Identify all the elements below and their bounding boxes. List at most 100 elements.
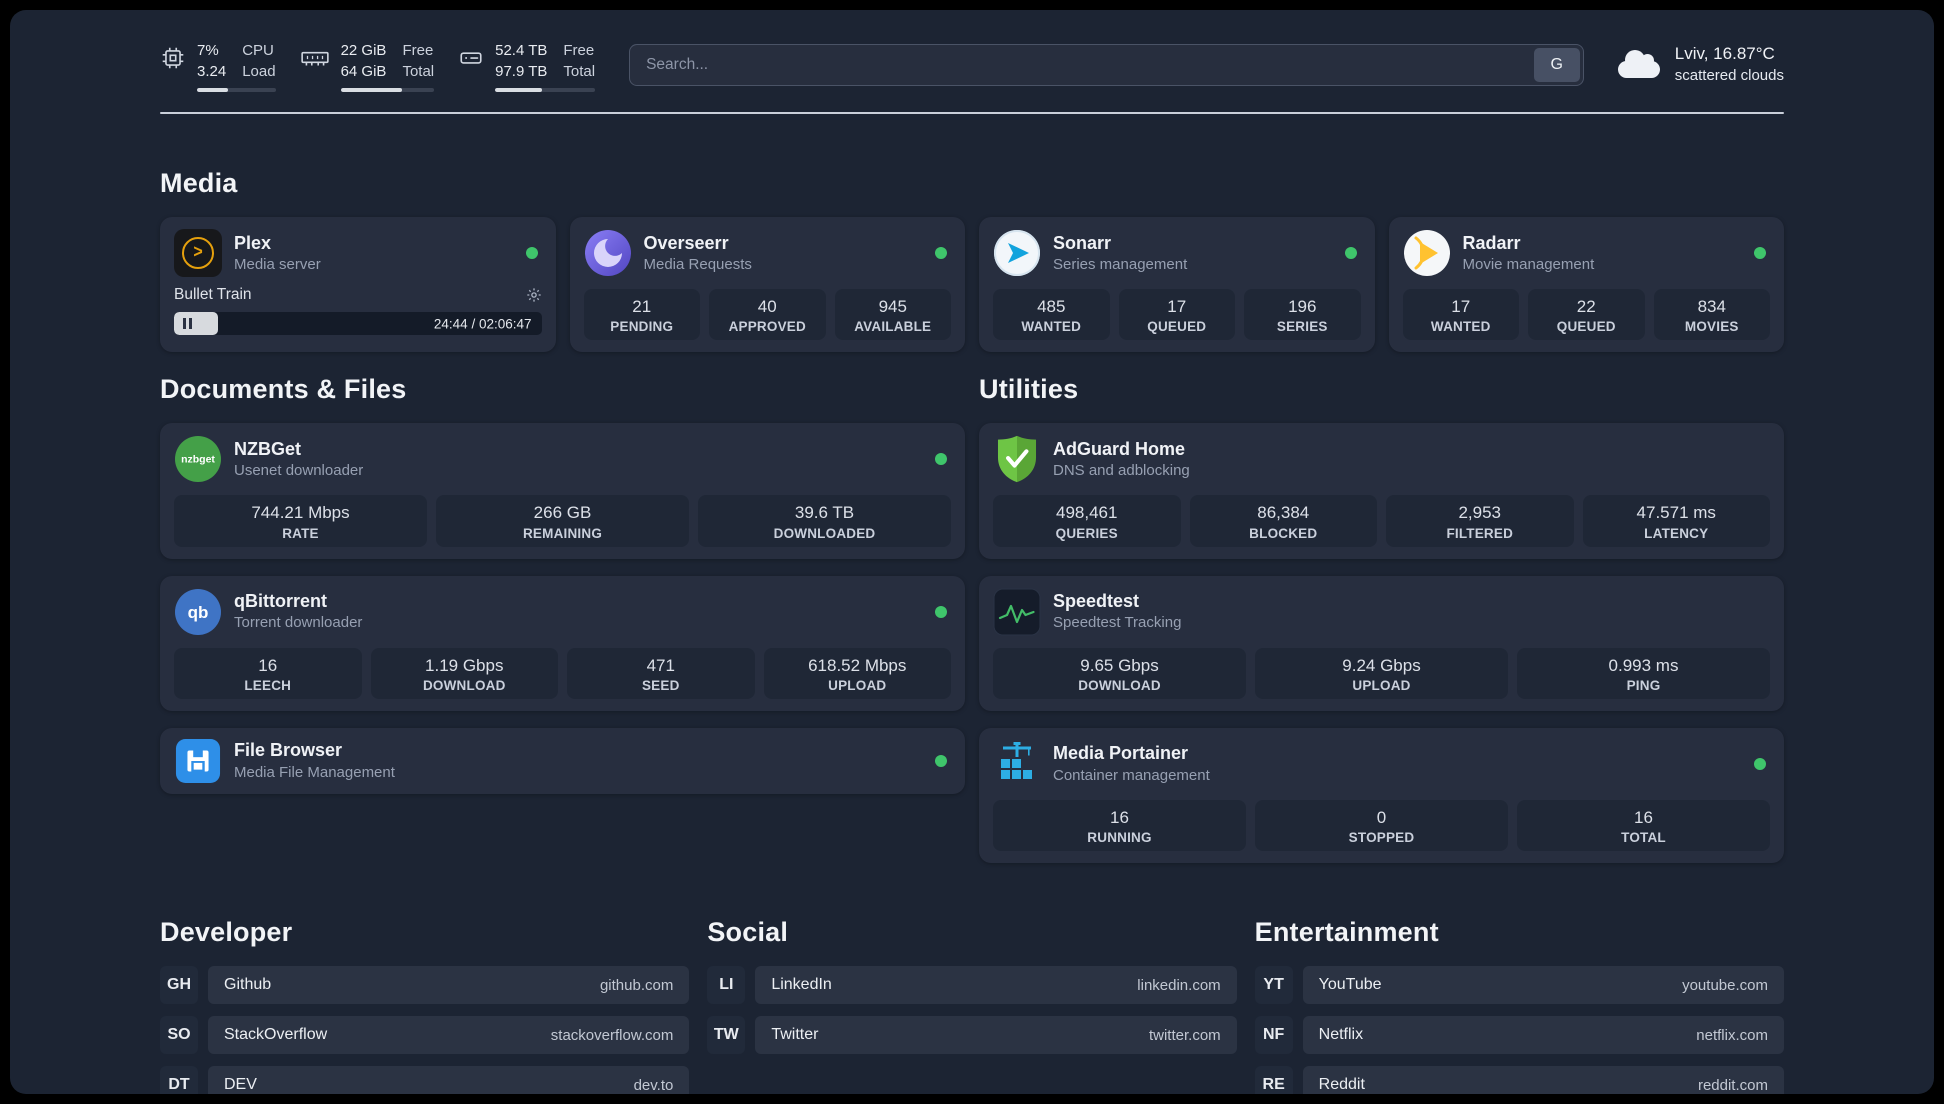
ram-label-line1: Free — [402, 42, 434, 59]
app-card-nzbget[interactable]: nzbget NZBGet Usenet downloader 744.21 M… — [160, 423, 965, 559]
bookmark-row-twitter[interactable]: TW Twitter twitter.com — [707, 1016, 1237, 1054]
stat-label: RUNNING — [1087, 830, 1152, 845]
topbar-divider — [160, 112, 1784, 114]
app-subtitle: DNS and adblocking — [1053, 462, 1190, 480]
stat-value: 2,953 — [1458, 503, 1502, 523]
stat-value: 16 — [1110, 807, 1129, 827]
bookmark-row-dev[interactable]: DT DEV dev.to — [160, 1066, 690, 1094]
status-dot — [935, 453, 947, 466]
stat-label: MOVIES — [1684, 319, 1739, 335]
stat-tile: 1.19 Gbps DOWNLOAD — [370, 647, 558, 699]
disk-progress-fill — [495, 88, 543, 92]
app-name: qBittorrent — [234, 591, 327, 612]
bookmark-row-linkedin[interactable]: LI LinkedIn linkedin.com — [707, 966, 1237, 1004]
app-name: Speedtest — [1053, 591, 1140, 612]
section-title-documents-files: Documents & Files — [160, 374, 407, 405]
search-bar: G — [629, 44, 1584, 86]
ram-progress-track — [340, 88, 435, 92]
app-card-portainer[interactable]: Media Portainer Container management 16 … — [979, 727, 1784, 863]
app-card-plex[interactable]: > Plex Media server Bullet Train 24:44 /… — [160, 217, 556, 353]
section-documents-files: Documents & Files nzbget NZBGet Usenet d… — [160, 374, 965, 794]
cpu-progress-track — [197, 88, 276, 92]
section-developer: Developer GH Github github.com SO StackO… — [160, 917, 690, 1094]
stat-tile: 618.52 Mbps UPLOAD — [763, 647, 951, 699]
app-subtitle: Usenet downloader — [234, 462, 364, 480]
bookmark-name: Github — [224, 976, 272, 993]
weather-condition: scattered clouds — [1674, 67, 1784, 85]
bookmark-row-reddit[interactable]: RE Reddit reddit.com — [1254, 1066, 1784, 1094]
stat-tile: 471 SEED — [567, 647, 755, 699]
app-card-qbittorrent[interactable]: qb qBittorrent Torrent downloader 16 LEE… — [160, 575, 965, 711]
app-card-radarr[interactable]: Radarr Movie management 17 WANTED 22 QUE… — [1388, 217, 1784, 353]
stat-tile: 40 APPROVED — [709, 289, 826, 341]
svg-text:qb: qb — [188, 603, 209, 622]
stat-tile: 266 GB REMAINING — [436, 495, 689, 547]
stat-value: 9.24 Gbps — [1342, 655, 1421, 675]
bookmark-name: StackOverflow — [224, 1026, 328, 1043]
stat-label: AVAILABLE — [854, 319, 932, 335]
player-settings-gear-icon[interactable] — [526, 287, 542, 303]
stat-value: 16 — [1634, 807, 1653, 827]
stat-value: 47.571 ms — [1636, 503, 1716, 523]
player-progress-bar[interactable]: 24:44 / 02:06:47 — [174, 312, 542, 335]
stat-label: UPLOAD — [828, 677, 887, 693]
app-card-speedtest[interactable]: Speedtest Speedtest Tracking 9.65 Gbps D… — [979, 575, 1784, 711]
app-subtitle: Series management — [1053, 255, 1188, 273]
stat-value: 945 — [878, 297, 907, 316]
stat-tile: 86,384 BLOCKED — [1189, 495, 1377, 547]
stat-label: DOWNLOAD — [1078, 677, 1161, 693]
cpu-progress-fill — [197, 88, 229, 92]
disk-progress-track — [495, 88, 596, 92]
bookmark-row-netflix[interactable]: NF Netflix netflix.com — [1254, 1016, 1784, 1054]
bookmark-name: Netflix — [1318, 1026, 1364, 1043]
stat-label: RATE — [282, 525, 319, 541]
app-card-adguard-home[interactable]: AdGuard Home DNS and adblocking 498,461 … — [979, 423, 1784, 559]
stat-value: 39.6 TB — [794, 503, 855, 523]
youtube-abbr-icon: YT — [1254, 966, 1293, 1004]
storage-icon — [458, 45, 484, 71]
bookmark-name: YouTube — [1318, 976, 1382, 993]
search-engine-button[interactable]: G — [1533, 48, 1580, 82]
stat-value: 744.21 Mbps — [251, 503, 350, 523]
bookmark-url: youtube.com — [1682, 976, 1768, 994]
stat-label: STOPPED — [1348, 830, 1415, 845]
ram-progress-fill — [340, 88, 403, 92]
bookmark-row-github[interactable]: GH Github github.com — [160, 966, 690, 1004]
ram-total-value: 64 GiB — [340, 63, 387, 80]
app-name: File Browser — [234, 740, 343, 761]
bookmark-name: Twitter — [771, 1026, 819, 1043]
section-media: Media > Plex Media server Bullet Train 2… — [160, 168, 1784, 353]
stat-value: 471 — [646, 655, 675, 675]
app-name: Sonarr — [1053, 232, 1112, 253]
search-input[interactable] — [629, 44, 1584, 86]
adguard-shield-icon — [993, 435, 1041, 483]
dashboard-window: 7% 3.24 CPU Load 22 GiB 64 GiB Free Tota… — [0, 0, 1944, 1104]
stat-tile: 196 SERIES — [1244, 289, 1361, 341]
bookmark-name: LinkedIn — [771, 976, 832, 993]
qbittorrent-icon: qb — [174, 588, 222, 636]
app-card-sonarr[interactable]: Sonarr Series management 485 WANTED 17 Q… — [979, 217, 1375, 353]
app-subtitle: Container management — [1053, 766, 1210, 784]
bookmark-row-youtube[interactable]: YT YouTube youtube.com — [1254, 966, 1784, 1004]
filebrowser-icon — [174, 737, 222, 785]
dashboard-panel: 7% 3.24 CPU Load 22 GiB 64 GiB Free Tota… — [10, 10, 1934, 1094]
app-card-overseerr[interactable]: Overseerr Media Requests 21 PENDING 40 A… — [569, 217, 965, 353]
stackoverflow-abbr-icon: SO — [160, 1016, 198, 1054]
stat-label: QUEUED — [1147, 319, 1207, 335]
stat-label: PENDING — [610, 319, 674, 335]
stat-tile: 16 RUNNING — [993, 799, 1246, 851]
stat-tile: 9.65 Gbps DOWNLOAD — [993, 647, 1246, 699]
stat-label: UPLOAD — [1352, 677, 1411, 693]
stat-tile: 47.571 ms LATENCY — [1582, 495, 1770, 547]
stat-value: 618.52 Mbps — [808, 655, 907, 675]
plex-now-playing: Bullet Train 24:44 / 02:06:47 — [174, 286, 542, 335]
weather-widget: Lviv, 16.87°C scattered clouds — [1617, 43, 1784, 86]
app-name: AdGuard Home — [1053, 438, 1186, 459]
pause-icon[interactable] — [183, 318, 192, 329]
portainer-crane-icon — [993, 740, 1041, 788]
app-card-filebrowser[interactable]: File Browser Media File Management — [160, 727, 965, 794]
stat-value: 86,384 — [1257, 503, 1310, 523]
bookmark-row-stackoverflow[interactable]: SO StackOverflow stackoverflow.com — [160, 1016, 690, 1054]
status-dot — [935, 605, 947, 618]
stat-label: LATENCY — [1644, 525, 1709, 541]
